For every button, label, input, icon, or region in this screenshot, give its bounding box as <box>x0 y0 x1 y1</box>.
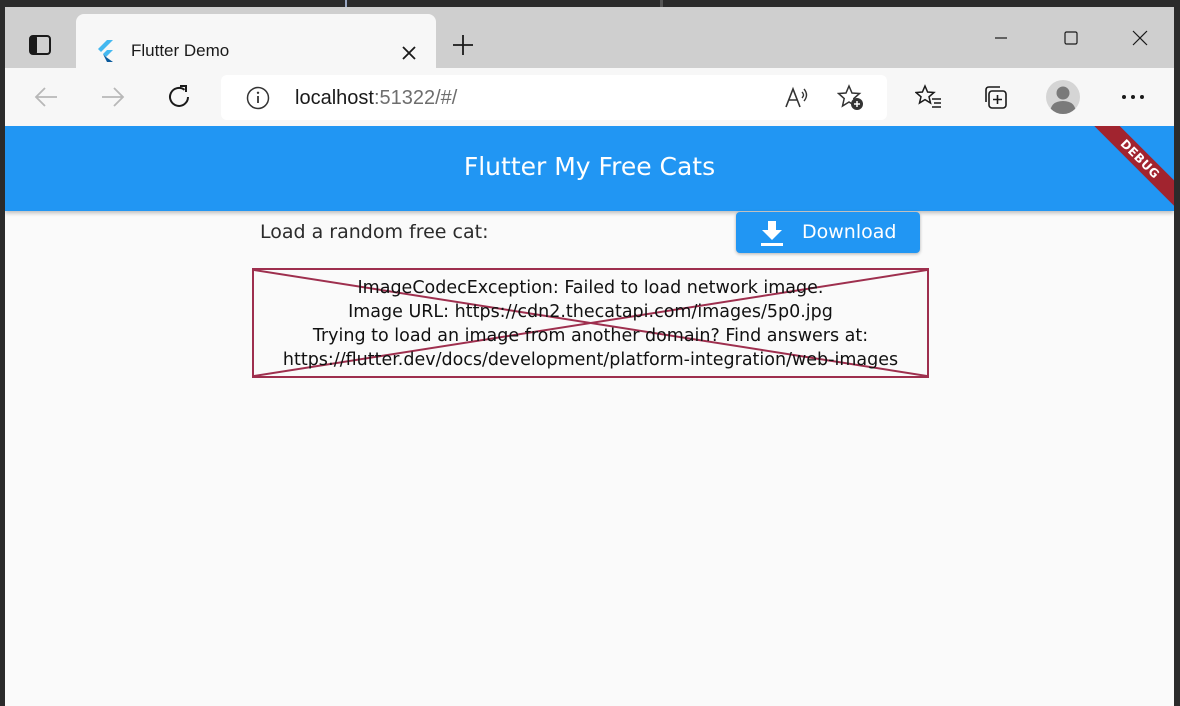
add-favorite-icon <box>837 84 863 110</box>
error-line: ImageCodecException: Failed to load netw… <box>357 278 824 298</box>
minimize-icon <box>995 37 1007 39</box>
url-text[interactable]: localhost:51322/#/ <box>295 87 457 110</box>
flutter-logo-icon <box>92 38 118 64</box>
back-button[interactable] <box>27 78 65 116</box>
web-page: Flutter My Free Cats DEBUG Load a random… <box>5 126 1174 706</box>
image-error-placeholder: ImageCodecException: Failed to load netw… <box>252 268 929 378</box>
forward-button[interactable] <box>94 78 132 116</box>
new-tab-button[interactable] <box>447 29 479 61</box>
close-icon <box>402 46 416 60</box>
info-icon[interactable] <box>245 85 271 111</box>
read-aloud-button[interactable] <box>783 84 811 112</box>
profile-button[interactable] <box>1046 80 1080 114</box>
favorites-button[interactable] <box>910 78 948 116</box>
window-close-button[interactable] <box>1118 21 1162 55</box>
browser-toolbar: localhost:51322/#/ <box>5 68 1174 126</box>
tab-flutter-demo[interactable]: Flutter Demo <box>76 14 436 70</box>
tab-actions-icon <box>29 35 51 55</box>
maximize-icon <box>1064 31 1078 45</box>
download-button[interactable]: Download <box>736 212 920 253</box>
address-bar[interactable]: localhost:51322/#/ <box>221 75 887 120</box>
tab-actions-button[interactable] <box>23 31 57 59</box>
app-title: Flutter My Free Cats <box>463 152 716 181</box>
refresh-button[interactable] <box>160 78 198 116</box>
settings-more-button[interactable] <box>1114 78 1152 116</box>
minimize-button[interactable] <box>979 21 1023 55</box>
collections-button[interactable] <box>976 78 1014 116</box>
collections-icon <box>985 86 1007 109</box>
close-icon <box>1132 30 1148 46</box>
error-line: Trying to load an image from another dom… <box>312 326 869 346</box>
profile-icon <box>1050 86 1076 114</box>
download-label: Download <box>802 221 897 243</box>
load-prompt-label: Load a random free cat: <box>260 221 489 243</box>
tab-close-button[interactable] <box>396 40 422 66</box>
tab-title: Flutter Demo <box>131 41 230 60</box>
back-arrow-icon <box>34 87 57 107</box>
forward-arrow-icon <box>102 87 125 107</box>
browser-window: Flutter Demo localhost:51322/#/ Flutter … <box>5 7 1174 706</box>
app-bar: Flutter My Free Cats <box>5 126 1174 211</box>
error-line: https://flutter.dev/docs/development/pla… <box>282 350 899 370</box>
favorites-icon <box>915 84 941 108</box>
read-aloud-icon <box>785 86 808 108</box>
refresh-icon <box>169 85 189 107</box>
maximize-button[interactable] <box>1049 21 1093 55</box>
tab-bar: Flutter Demo <box>5 7 1174 70</box>
url-path: :51322/#/ <box>373 87 458 109</box>
add-favorite-button[interactable] <box>837 84 865 112</box>
image-error-message: ImageCodecException: Failed to load netw… <box>254 276 927 372</box>
download-icon <box>758 219 786 247</box>
more-icon <box>1122 95 1144 99</box>
plus-icon <box>453 35 473 55</box>
error-line: Image URL: https://cdn2.thecatapi.com/im… <box>348 302 833 322</box>
url-host: localhost <box>295 87 374 109</box>
